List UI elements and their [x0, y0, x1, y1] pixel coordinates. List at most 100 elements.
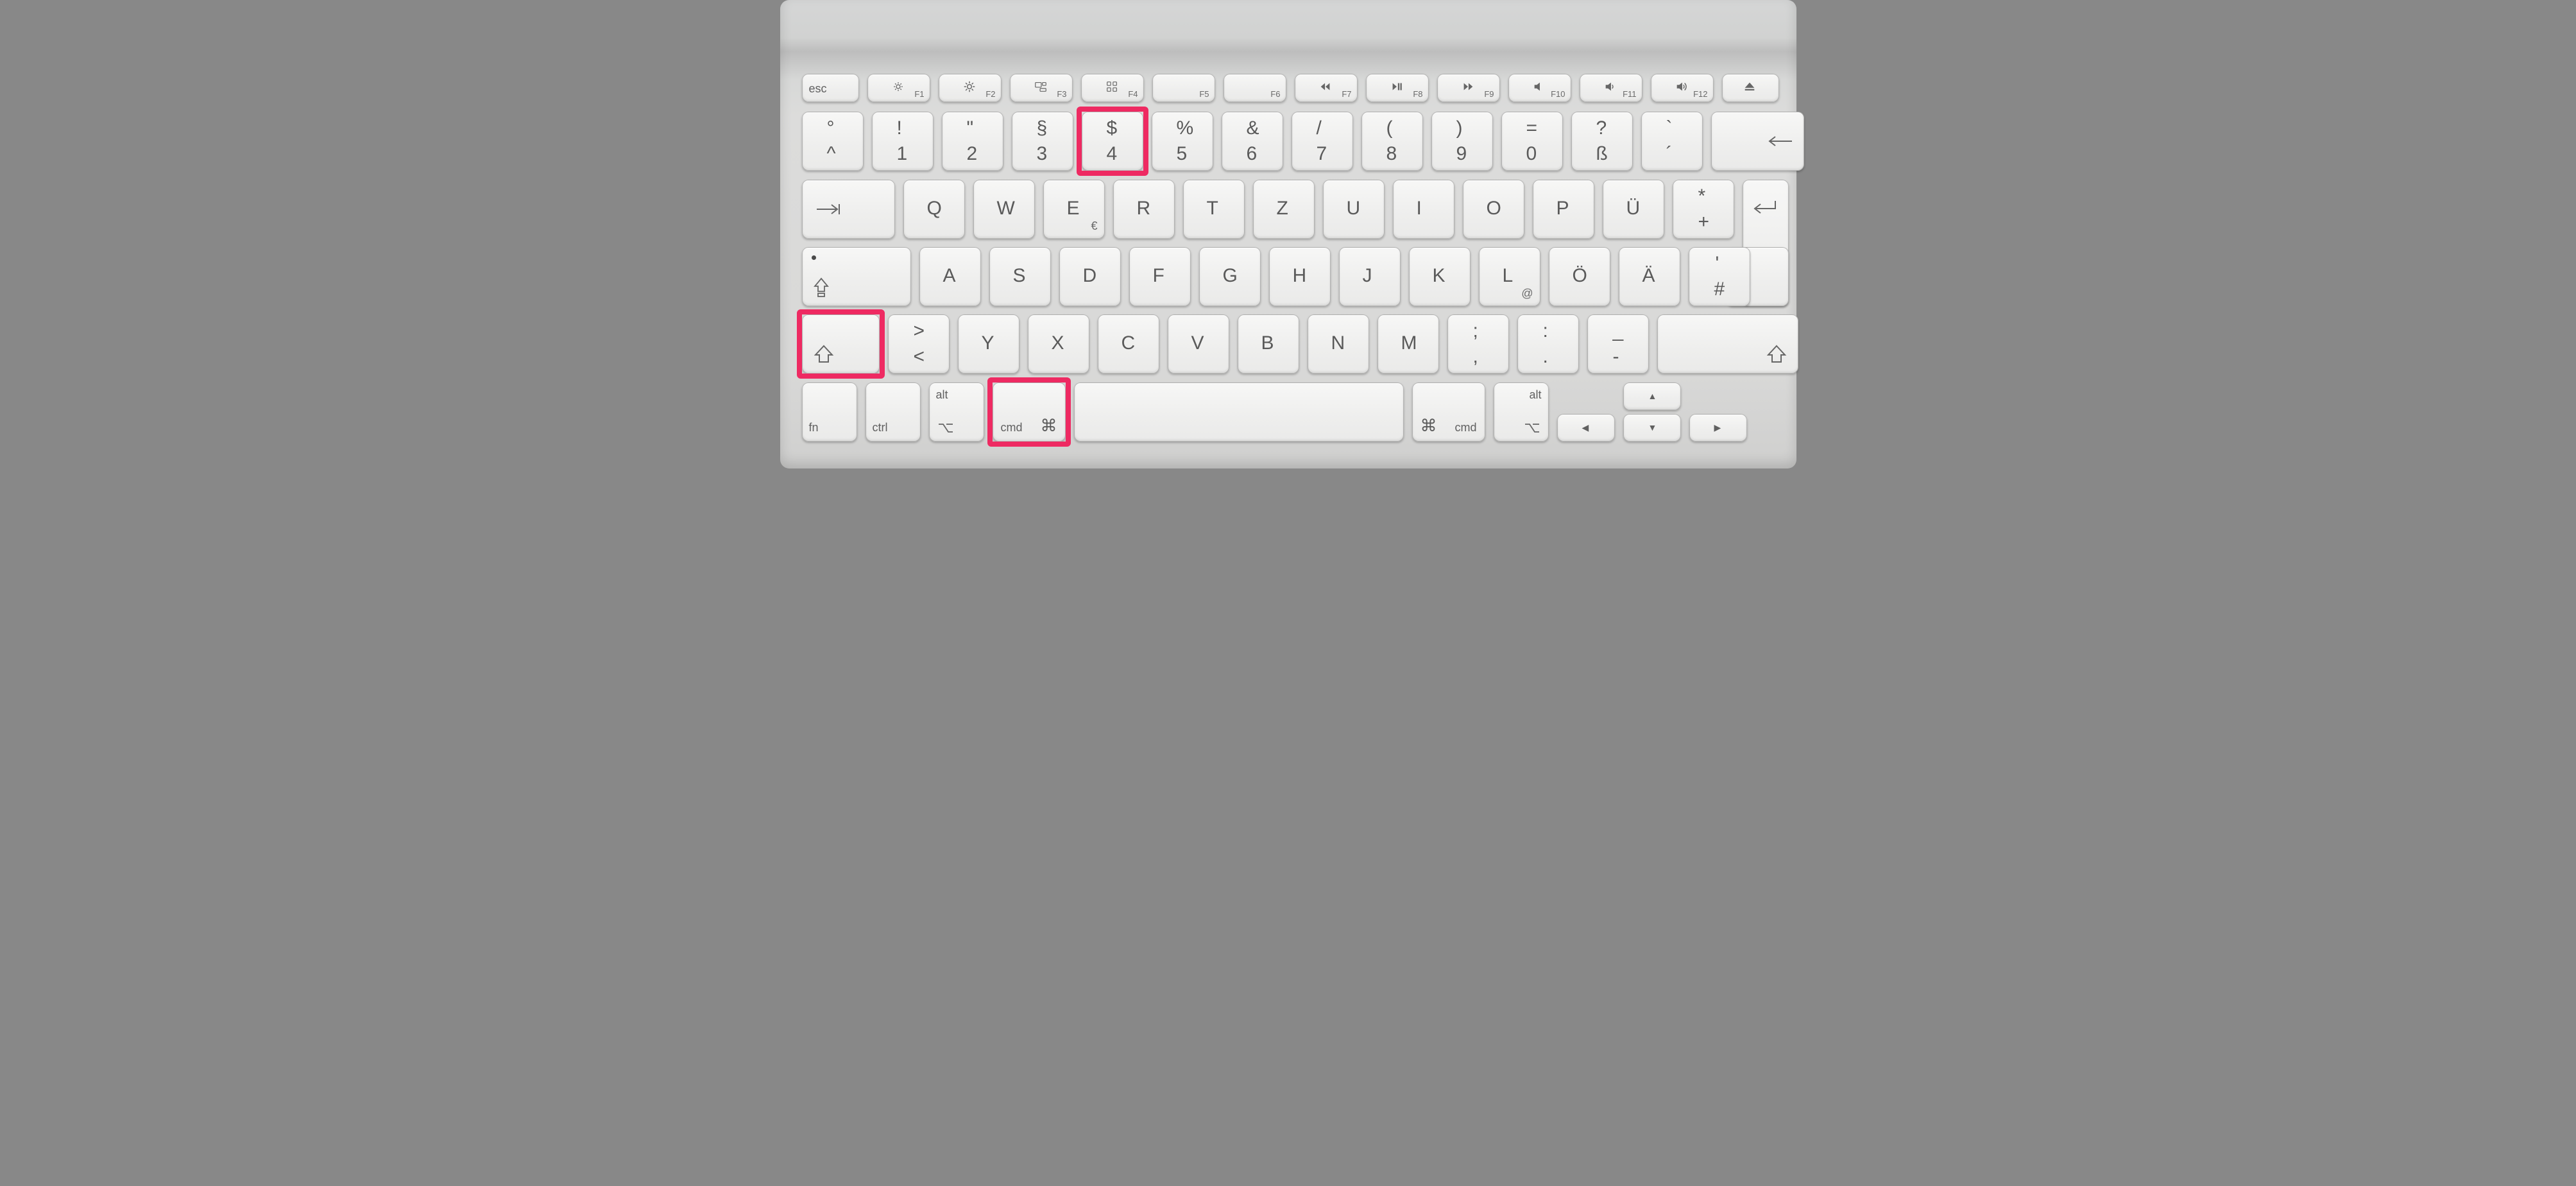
key-grave[interactable]: °^: [802, 112, 864, 171]
fn-label: F8: [1413, 89, 1422, 99]
key-letter: E: [1067, 198, 1080, 219]
key-eject[interactable]: [1722, 74, 1779, 102]
key-f1[interactable]: F1: [867, 74, 930, 102]
key-esc[interactable]: esc: [802, 74, 859, 102]
key-3[interactable]: §3: [1012, 112, 1073, 171]
key-arrow-right[interactable]: ▶: [1689, 414, 1747, 442]
key-v[interactable]: V: [1168, 314, 1229, 374]
key-alt-right[interactable]: alt: [1494, 382, 1549, 442]
key-arrow-up[interactable]: ▲: [1623, 382, 1681, 410]
key-f5[interactable]: F5: [1152, 74, 1215, 102]
key-ltgt[interactable]: ><: [888, 314, 950, 374]
vol-up-icon: [1675, 80, 1689, 94]
key-cmd-right[interactable]: cmd⌘: [1412, 382, 1485, 442]
key-letter: P: [1557, 198, 1569, 219]
key-7[interactable]: /7: [1292, 112, 1353, 171]
key-letter: F: [1153, 265, 1164, 287]
key-upper: /: [1317, 117, 1322, 139]
key-o[interactable]: O: [1463, 180, 1524, 239]
key-h[interactable]: H: [1269, 247, 1331, 306]
key-g[interactable]: G: [1199, 247, 1261, 306]
return-icon: [1750, 198, 1779, 218]
key-0[interactable]: =0: [1501, 112, 1563, 171]
key-z[interactable]: Z: [1253, 180, 1315, 239]
key-upper: >: [914, 320, 925, 342]
key-shift-right[interactable]: [1657, 314, 1798, 374]
key-f6[interactable]: F6: [1224, 74, 1286, 102]
key-f2[interactable]: F2: [939, 74, 1002, 102]
key-f10[interactable]: F10: [1508, 74, 1571, 102]
key-altgr: @: [1521, 287, 1533, 300]
key-u[interactable]: U: [1323, 180, 1385, 239]
key-f3[interactable]: F3: [1010, 74, 1073, 102]
arrow-up-icon: ▲: [1648, 391, 1657, 401]
key-5[interactable]: %5: [1152, 112, 1213, 171]
key-hash[interactable]: '#: [1689, 247, 1750, 306]
key-f11[interactable]: F11: [1580, 74, 1642, 102]
rew-icon: [1318, 80, 1333, 94]
key-y[interactable]: Y: [958, 314, 1019, 374]
key-6[interactable]: &6: [1222, 112, 1283, 171]
key-e[interactable]: E€: [1043, 180, 1105, 239]
key-2[interactable]: "2: [942, 112, 1003, 171]
key-t[interactable]: T: [1183, 180, 1245, 239]
key-n[interactable]: N: [1308, 314, 1369, 374]
key-p[interactable]: P: [1533, 180, 1594, 239]
key-cmd-left[interactable]: cmd⌘: [993, 382, 1066, 442]
key-comma[interactable]: ;,: [1447, 314, 1509, 374]
key-arrow-down[interactable]: ▼: [1623, 414, 1681, 442]
key-plus[interactable]: *+: [1673, 180, 1734, 239]
key-f4[interactable]: F4: [1081, 74, 1144, 102]
key-4[interactable]: $4: [1082, 112, 1143, 171]
key-tab[interactable]: [802, 180, 895, 239]
key-f[interactable]: F: [1129, 247, 1191, 306]
key-upper: $: [1107, 117, 1118, 139]
key-f12[interactable]: F12: [1651, 74, 1714, 102]
key-backspace[interactable]: [1711, 112, 1804, 171]
key-alt-left[interactable]: alt: [929, 382, 984, 442]
key-shift-left[interactable]: [802, 314, 880, 374]
key-letter: N: [1331, 332, 1345, 354]
key-a[interactable]: A: [919, 247, 981, 306]
key-m[interactable]: M: [1378, 314, 1439, 374]
key-ctrl[interactable]: ctrl: [866, 382, 921, 442]
key-l[interactable]: L@: [1479, 247, 1540, 306]
key-1[interactable]: !1: [872, 112, 934, 171]
key-f9[interactable]: F9: [1437, 74, 1500, 102]
key-minus[interactable]: _-: [1587, 314, 1649, 374]
key-9[interactable]: )9: [1431, 112, 1493, 171]
key-k[interactable]: K: [1409, 247, 1471, 306]
key-period[interactable]: :.: [1517, 314, 1579, 374]
key-ae[interactable]: Ä: [1619, 247, 1680, 306]
key-oe[interactable]: Ö: [1549, 247, 1610, 306]
key-lower: 9: [1456, 143, 1467, 165]
key-f8[interactable]: F8: [1366, 74, 1429, 102]
key-caps[interactable]: [802, 247, 911, 306]
key-q[interactable]: Q: [903, 180, 965, 239]
key-ue[interactable]: Ü: [1603, 180, 1664, 239]
key-j[interactable]: J: [1339, 247, 1401, 306]
key-upper: =: [1526, 117, 1538, 139]
key-c[interactable]: C: [1098, 314, 1159, 374]
vol-down-icon: [1603, 80, 1617, 94]
key-f7[interactable]: F7: [1295, 74, 1358, 102]
option-icon: [1524, 423, 1540, 433]
key-fn[interactable]: fn: [802, 382, 857, 442]
bright-up-icon: [962, 80, 977, 94]
key-i[interactable]: I: [1393, 180, 1454, 239]
option-icon: [937, 423, 954, 433]
key-w[interactable]: W: [973, 180, 1035, 239]
key-8[interactable]: (8: [1361, 112, 1423, 171]
fwd-icon: [1461, 80, 1475, 94]
key-arrow-left[interactable]: ◀: [1557, 414, 1615, 442]
key-sz[interactable]: ?ß: [1571, 112, 1633, 171]
key-r[interactable]: R: [1113, 180, 1175, 239]
capslock-led: [812, 255, 816, 260]
key-b[interactable]: B: [1238, 314, 1299, 374]
key-s[interactable]: S: [989, 247, 1051, 306]
key-x[interactable]: X: [1028, 314, 1089, 374]
dashboard-icon: [1105, 80, 1119, 94]
key-space[interactable]: [1074, 382, 1404, 442]
key-d[interactable]: D: [1059, 247, 1121, 306]
key-acute[interactable]: `´: [1641, 112, 1703, 171]
